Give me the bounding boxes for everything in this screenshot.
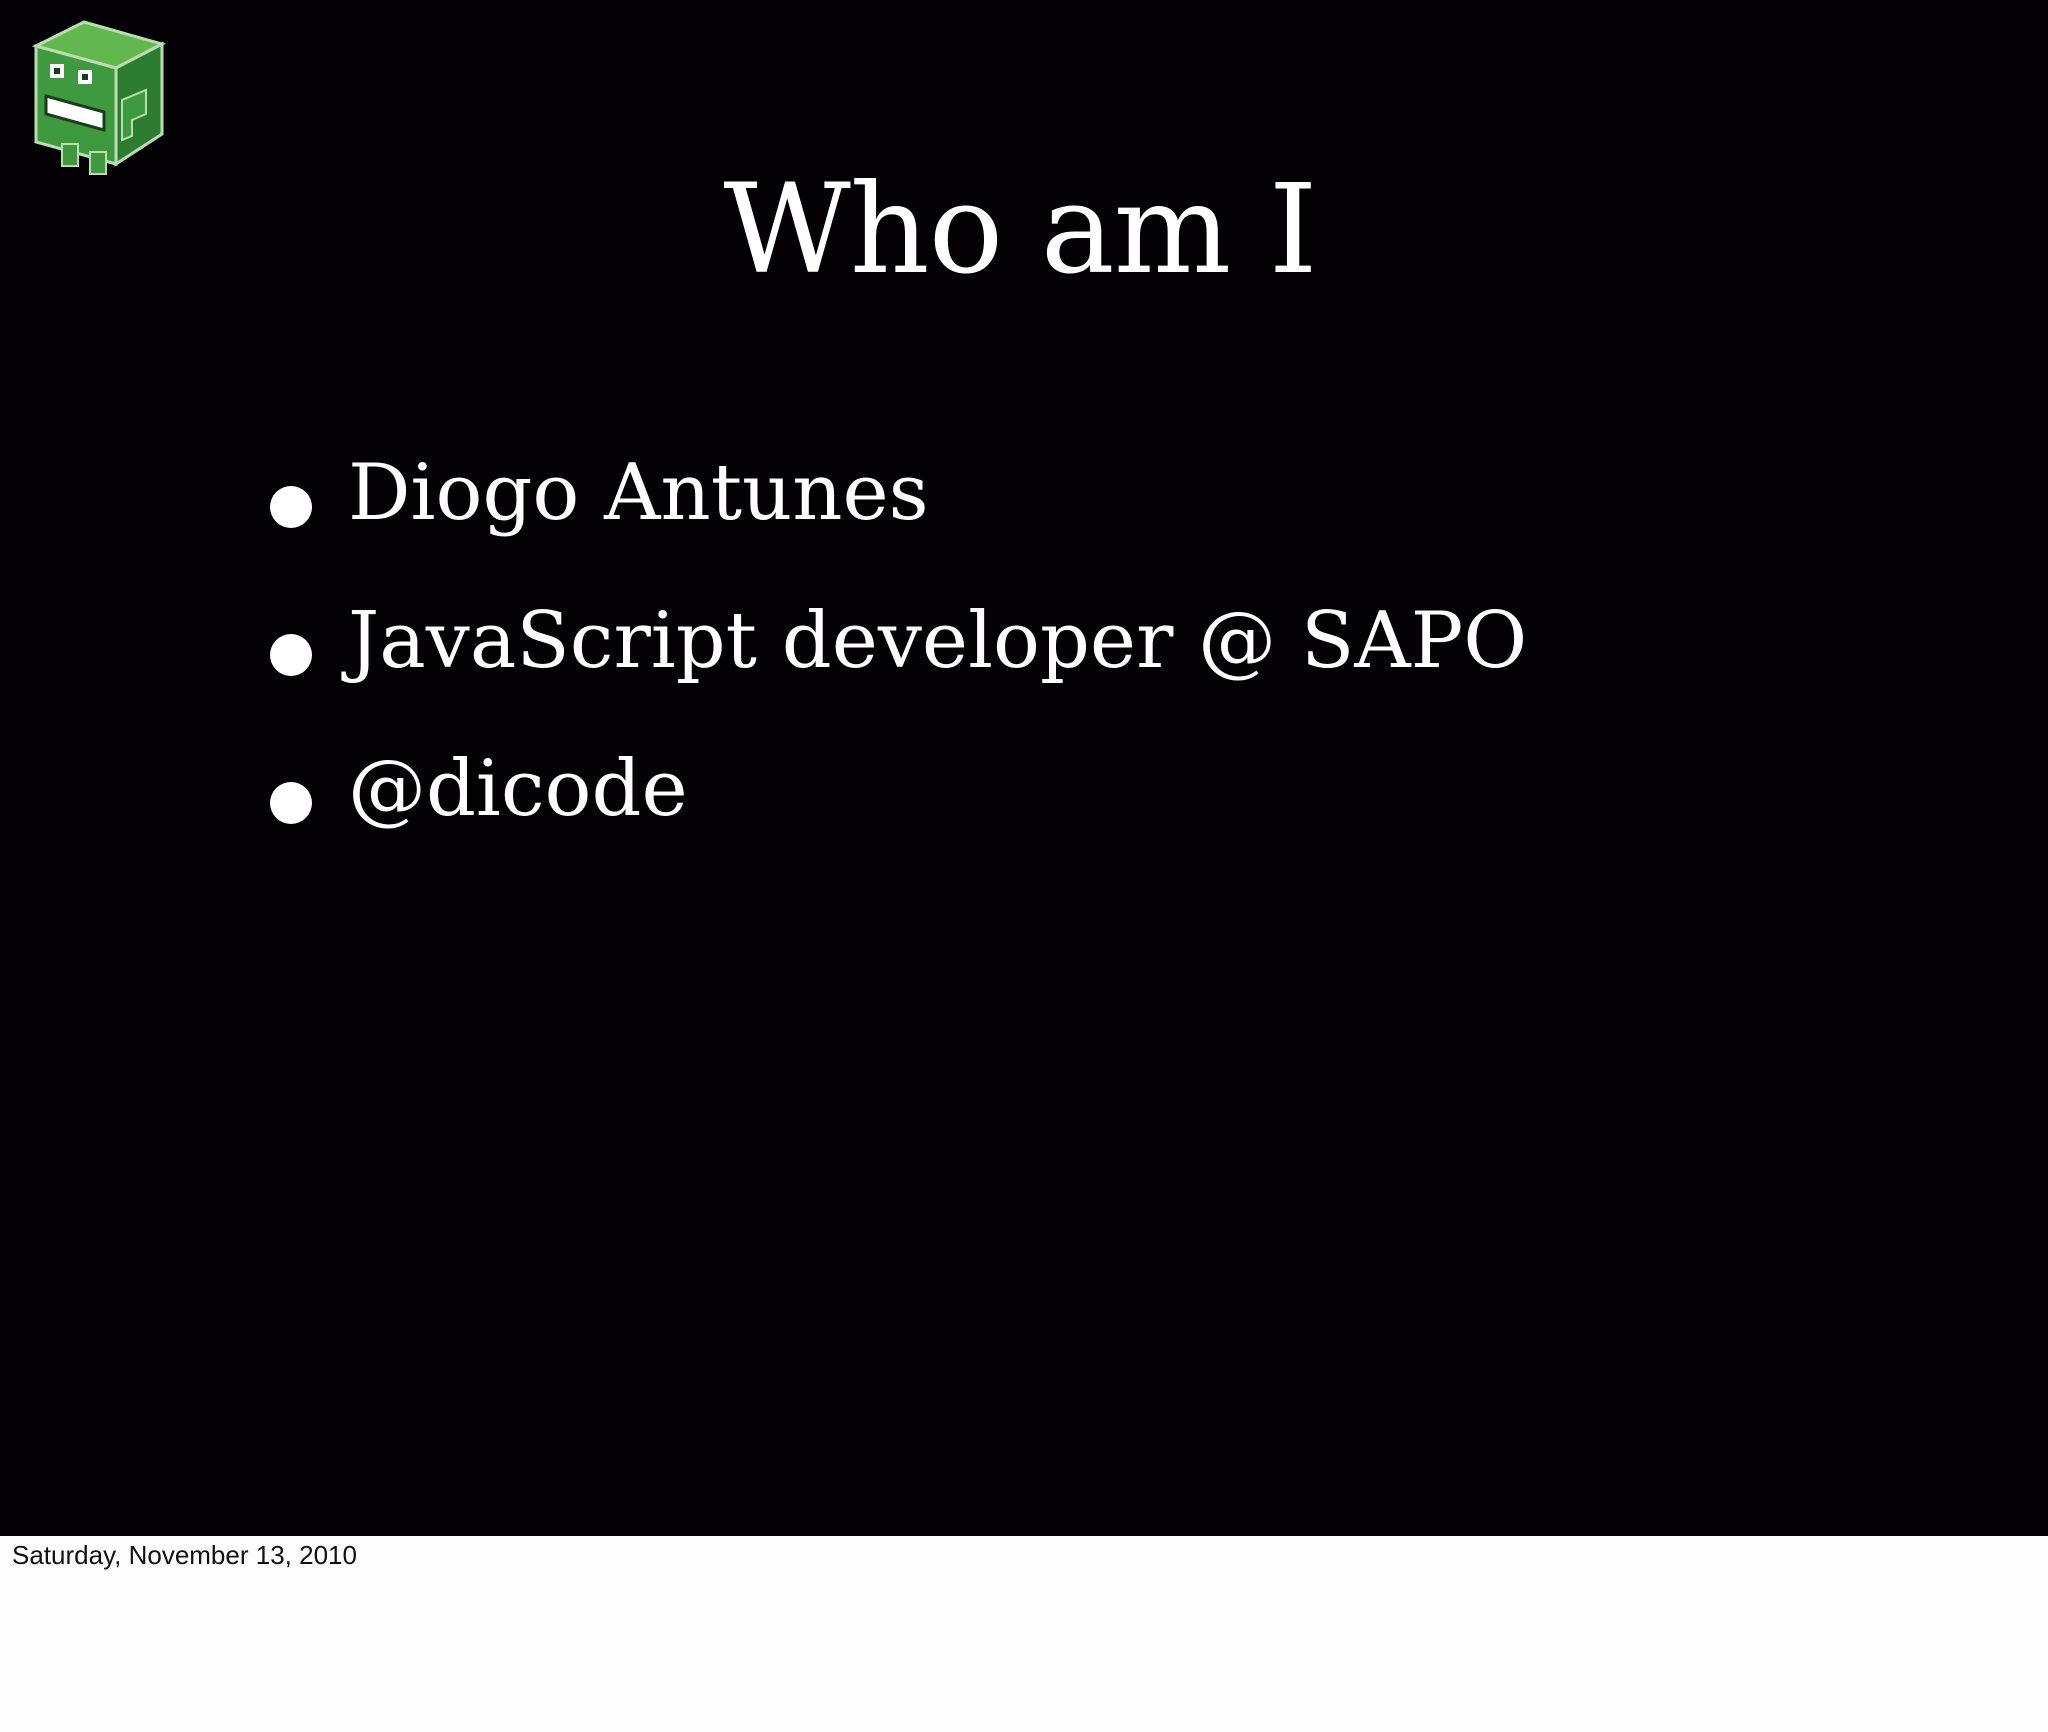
bullet-dot-icon bbox=[270, 782, 312, 824]
bullet-dot-icon bbox=[270, 486, 312, 528]
slide: Who am I Diogo Antunes JavaScript develo… bbox=[0, 0, 2048, 1536]
bullet-text-name: Diogo Antunes bbox=[348, 448, 929, 538]
slide-title-text: Who am I bbox=[723, 158, 1317, 302]
slide-title: Who am I bbox=[0, 150, 2044, 310]
bullet-text-role: JavaScript developer @ SAPO bbox=[348, 596, 1528, 686]
footer-date: Saturday, November 13, 2010 bbox=[12, 1540, 357, 1570]
bullet-dot-icon bbox=[270, 634, 312, 676]
bullet-text-handle: @dicode bbox=[348, 744, 688, 834]
